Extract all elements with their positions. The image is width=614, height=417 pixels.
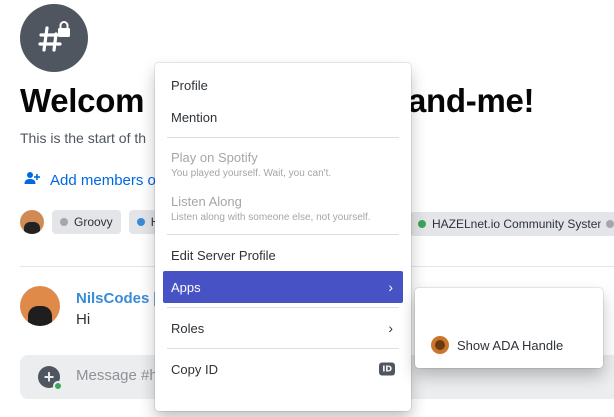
status-dot-icon — [136, 218, 145, 226]
bot-chip-label: HAZELnet.io Community System — [432, 217, 608, 231]
channel-hashtag-lock-icon — [20, 4, 88, 72]
menu-separator — [167, 348, 399, 349]
ada-handle-app-icon — [431, 336, 449, 354]
menu-item-play-on-spotify: Play on Spotify You played yourself. Wai… — [163, 142, 403, 186]
bot-row-avatar — [20, 210, 44, 234]
menu-item-label: Play on Spotify — [171, 149, 258, 165]
add-user-icon — [24, 170, 40, 190]
bot-chip-row: Groovy H — [20, 210, 168, 234]
menu-item-copy-id[interactable]: Copy ID ID — [163, 353, 403, 385]
status-dot-icon — [60, 218, 68, 226]
menu-item-label: Edit Server Profile — [171, 247, 276, 263]
avatar[interactable] — [20, 286, 60, 326]
menu-item-profile[interactable]: Profile — [163, 69, 403, 101]
welcome-heading: Welcom and-me! — [20, 82, 535, 120]
status-dot-icon — [418, 220, 426, 228]
bot-chip-hazelnet[interactable]: HAZELnet.io Community System — [410, 212, 614, 236]
menu-separator — [167, 137, 399, 138]
chevron-right-icon: › — [388, 320, 393, 336]
welcome-heading-left: Welcom — [20, 82, 145, 119]
menu-item-label: Roles — [171, 320, 205, 336]
menu-item-label: Mention — [171, 109, 218, 125]
bot-chip-overflow[interactable] — [601, 212, 614, 236]
chevron-right-icon: › — [388, 279, 393, 295]
menu-item-label: Apps — [171, 279, 201, 295]
add-members-link[interactable]: Add members o — [24, 170, 156, 190]
menu-item-sublabel: You played yourself. Wait, you can't. — [171, 167, 332, 179]
menu-item-label: Profile — [171, 77, 208, 93]
menu-item-edit-server-profile[interactable]: Edit Server Profile — [163, 239, 403, 271]
welcome-heading-right: and-me! — [408, 82, 535, 119]
menu-item-listen-along: Listen Along Listen along with someone e… — [163, 186, 403, 230]
message-input[interactable]: Message #h — [76, 367, 158, 384]
id-badge-icon: ID — [379, 362, 395, 376]
apps-submenu — [415, 288, 603, 368]
submenu-item-show-ada-handle[interactable]: Show ADA Handle — [431, 336, 563, 354]
status-dot-icon — [606, 220, 614, 228]
bot-chip-groovy[interactable]: Groovy — [52, 210, 121, 234]
submenu-item-label: Show ADA Handle — [457, 337, 564, 353]
menu-separator — [167, 234, 399, 235]
menu-item-apps[interactable]: Apps › — [163, 271, 403, 303]
bot-chip-label: Groovy — [74, 215, 113, 229]
menu-item-label: Copy ID — [171, 361, 218, 377]
message-author[interactable]: NilsCodes [ — [76, 290, 159, 307]
menu-item-label: Listen Along — [171, 193, 242, 209]
add-members-label: Add members o — [50, 171, 156, 189]
status-badge — [53, 381, 63, 391]
menu-separator — [167, 307, 399, 308]
menu-item-roles[interactable]: Roles › — [163, 312, 403, 344]
add-attachment-button[interactable]: + — [38, 366, 63, 391]
menu-item-mention[interactable]: Mention — [163, 101, 403, 133]
menu-item-sublabel: Listen along with someone else, not your… — [171, 211, 371, 223]
user-context-menu: Profile Mention Play on Spotify You play… — [155, 63, 411, 411]
channel-start-text: This is the start of th — [20, 130, 147, 146]
message-content: Hi — [76, 311, 91, 328]
